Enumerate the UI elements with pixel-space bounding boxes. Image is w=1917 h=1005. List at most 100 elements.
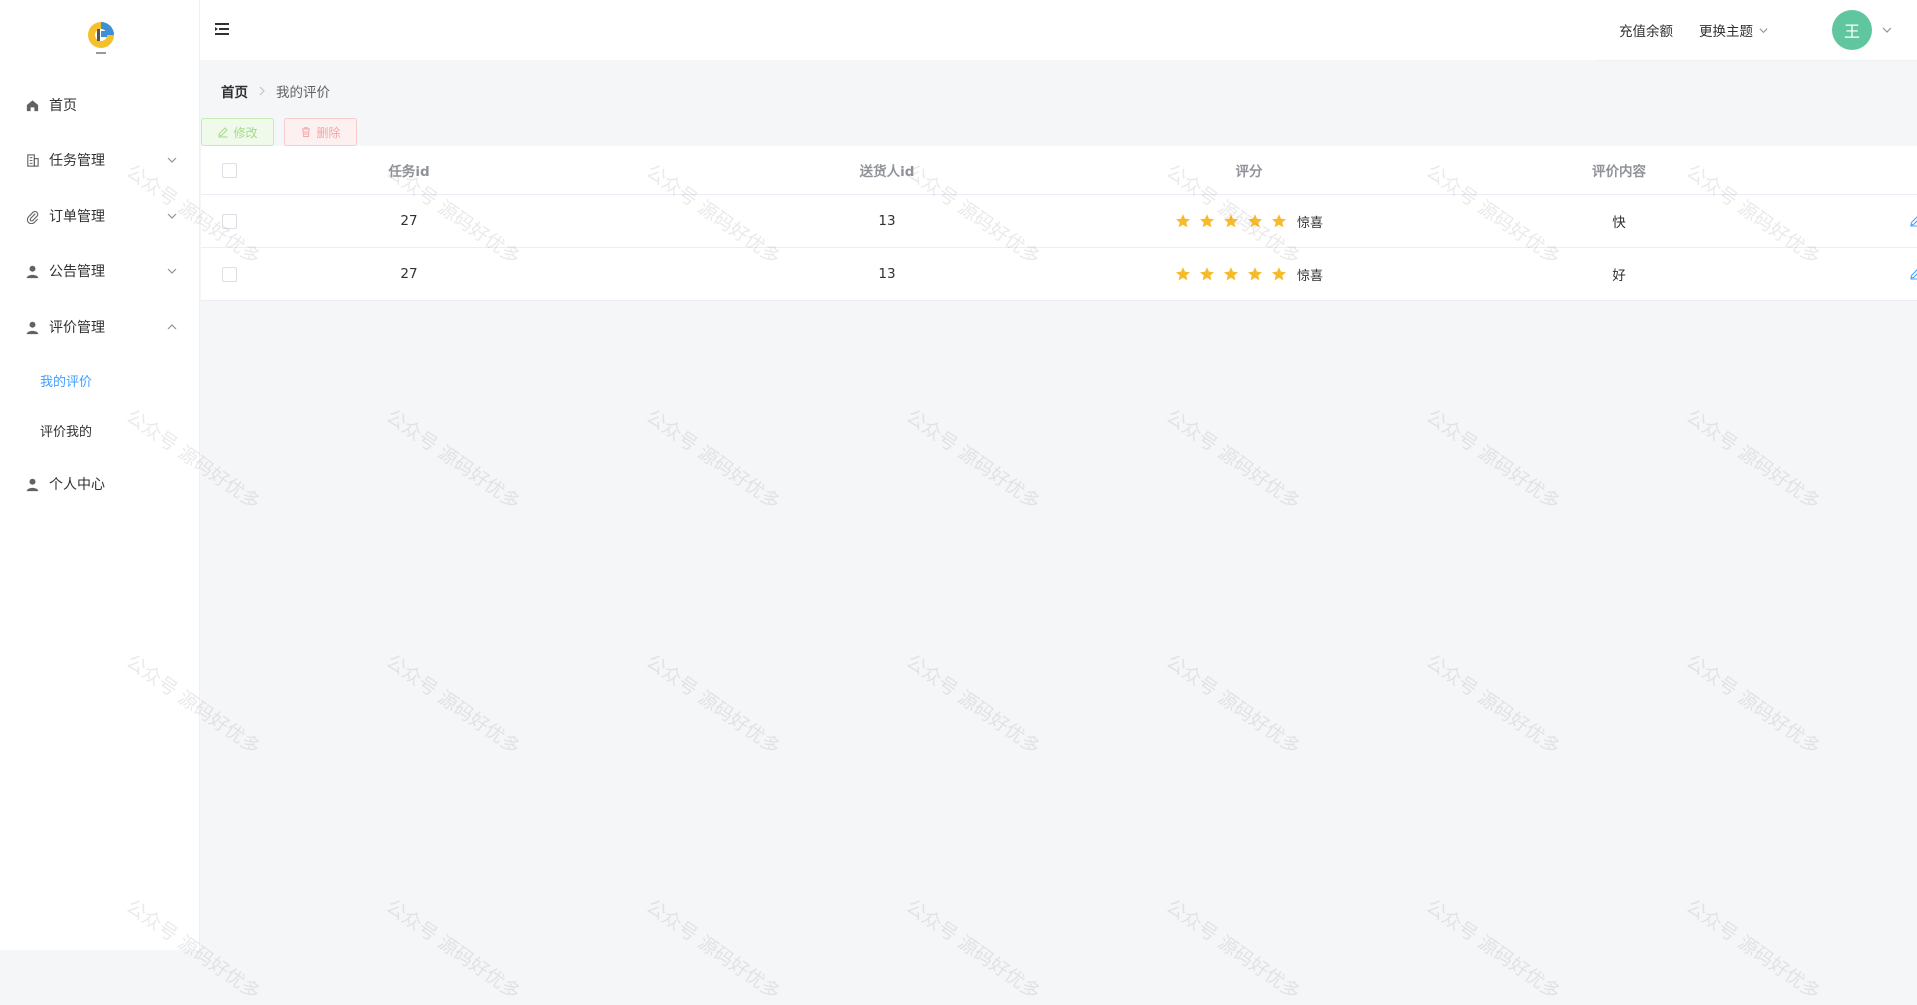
chevron-down-icon xyxy=(166,265,178,277)
sidebar: 首页 任务管理 订单管理 公告管理 评价管理 我的评价 评价我的 个人中心 xyxy=(0,0,200,950)
watermark-text: 公众号 源码好优多 xyxy=(642,895,785,1005)
theme-dropdown[interactable]: 更换主题 xyxy=(1699,20,1769,40)
submenu-item-my-reviews[interactable]: 我的评价 xyxy=(0,358,200,402)
submenu-item-reviews-of-me[interactable]: 评价我的 xyxy=(0,408,200,452)
watermark-text: 公众号 源码好优多 xyxy=(382,405,525,515)
select-all-checkbox[interactable] xyxy=(222,162,237,178)
task-id-cell: 27 xyxy=(400,213,418,229)
watermark-text: 公众号 源码好优多 xyxy=(382,895,525,1005)
column-header-task-id[interactable]: 任务id xyxy=(349,160,469,180)
watermark-text: 公众号 源码好优多 xyxy=(902,895,1045,1005)
sidebar-item-label: 首页 xyxy=(49,98,77,114)
watermark-text: 公众号 源码好优多 xyxy=(382,650,525,760)
column-header-rating[interactable]: 评分 xyxy=(1139,160,1359,180)
recharge-link[interactable]: 充值余额 xyxy=(1619,20,1673,40)
star-icon[interactable] xyxy=(1271,213,1287,229)
sidebar-item-personal-center[interactable]: 个人中心 xyxy=(0,461,200,507)
user-icon xyxy=(24,319,40,335)
sidebar-item-task-management[interactable]: 任务管理 xyxy=(0,137,200,183)
batch-edit-button[interactable]: 修改 xyxy=(201,118,274,146)
sender-id-cell: 13 xyxy=(878,266,896,282)
trash-icon xyxy=(302,127,311,137)
sender-id-cell: 13 xyxy=(878,213,896,229)
star-icon[interactable] xyxy=(1199,213,1215,229)
watermark-text: 公众号 源码好优多 xyxy=(1682,650,1825,760)
chevron-down-icon xyxy=(166,210,178,222)
chevron-right-icon xyxy=(257,86,267,96)
star-icon[interactable] xyxy=(1175,213,1191,229)
chevron-down-icon[interactable] xyxy=(1881,24,1893,36)
edit-icon xyxy=(218,127,229,138)
watermark-text: 公众号 源码好优多 xyxy=(642,650,785,760)
edit-icon xyxy=(1910,216,1917,227)
batch-delete-button[interactable]: 删除 xyxy=(284,118,357,146)
watermark-text: 公众号 源码好优多 xyxy=(1422,405,1565,515)
star-rating[interactable] xyxy=(1175,213,1295,229)
watermark-text: 公众号 源码好优多 xyxy=(1682,895,1825,1005)
rating-cell: 惊喜 xyxy=(1139,265,1359,284)
sidebar-item-order-management[interactable]: 订单管理 xyxy=(0,193,200,239)
sidebar-item-label: 公告管理 xyxy=(49,264,105,280)
home-icon xyxy=(24,97,40,113)
watermark-text: 公众号 源码好优多 xyxy=(1422,895,1565,1005)
chevron-down-icon xyxy=(166,154,178,166)
user-icon xyxy=(24,263,40,279)
table-row[interactable]: 27 13 惊喜 快 修改 删除 xyxy=(201,195,1917,248)
reviews-table: 任务id 送货人id 评分 评价内容 操作 27 13 惊喜 快 修改 删除 2… xyxy=(201,146,1917,301)
chevron-down-icon xyxy=(1758,25,1769,36)
star-icon[interactable] xyxy=(1247,266,1263,282)
content-cell: 好 xyxy=(1612,268,1626,284)
table-header-row: 任务id 送货人id 评分 评价内容 操作 xyxy=(201,146,1917,195)
content-cell: 快 xyxy=(1612,215,1626,231)
watermark-text: 公众号 源码好优多 xyxy=(642,405,785,515)
batch-edit-label: 修改 xyxy=(233,125,258,140)
table-row[interactable]: 27 13 惊喜 好 修改 删除 xyxy=(201,248,1917,301)
app-logo-icon[interactable] xyxy=(86,20,116,54)
watermark-text: 公众号 源码好优多 xyxy=(1162,405,1305,515)
breadcrumb: 首页 我的评价 xyxy=(221,81,330,101)
star-icon[interactable] xyxy=(1271,266,1287,282)
breadcrumb-home[interactable]: 首页 xyxy=(221,81,248,101)
star-icon[interactable] xyxy=(1199,266,1215,282)
row-edit-button[interactable]: 修改 xyxy=(1909,265,1917,284)
actions-cell: 修改 删除 xyxy=(1856,265,1917,284)
theme-label: 更换主题 xyxy=(1699,24,1753,40)
star-icon[interactable] xyxy=(1175,266,1191,282)
row-checkbox[interactable] xyxy=(222,213,237,229)
row-checkbox[interactable] xyxy=(222,266,237,282)
edit-icon xyxy=(1910,269,1917,280)
top-header: 充值余额 更换主题 王 xyxy=(200,0,1917,61)
sidebar-item-home[interactable]: 首页 xyxy=(0,82,200,128)
menu-toggle-icon[interactable] xyxy=(213,20,231,38)
column-header-content[interactable]: 评价内容 xyxy=(1519,160,1719,180)
sidebar-item-review-management[interactable]: 评价管理 xyxy=(0,304,200,350)
watermark-text: 公众号 源码好优多 xyxy=(902,650,1045,760)
header-right: 充值余额 更换主题 王 xyxy=(1597,0,1917,61)
watermark-text: 公众号 源码好优多 xyxy=(902,405,1045,515)
user-icon xyxy=(24,476,40,492)
actions-cell: 修改 删除 xyxy=(1856,212,1917,231)
watermark-text: 公众号 源码好优多 xyxy=(1162,895,1305,1005)
breadcrumb-current: 我的评价 xyxy=(276,85,330,101)
task-id-cell: 27 xyxy=(400,266,418,282)
avatar[interactable]: 王 xyxy=(1832,10,1872,50)
column-header-sender-id[interactable]: 送货人id xyxy=(807,160,967,180)
watermark-text: 公众号 源码好优多 xyxy=(1162,650,1305,760)
chevron-up-icon xyxy=(166,321,178,333)
watermark-text: 公众号 源码好优多 xyxy=(1682,405,1825,515)
star-icon[interactable] xyxy=(1247,213,1263,229)
rating-text: 惊喜 xyxy=(1296,268,1323,284)
sidebar-item-announcement-management[interactable]: 公告管理 xyxy=(0,248,200,294)
paperclip-icon xyxy=(24,208,40,224)
watermark-text: 公众号 源码好优多 xyxy=(1422,650,1565,760)
rating-text: 惊喜 xyxy=(1296,215,1323,231)
rating-cell: 惊喜 xyxy=(1139,212,1359,231)
sidebar-item-label: 订单管理 xyxy=(49,209,105,225)
star-icon[interactable] xyxy=(1223,266,1239,282)
star-icon[interactable] xyxy=(1223,213,1239,229)
sidebar-item-label: 评价管理 xyxy=(49,320,105,336)
building-icon xyxy=(24,152,40,168)
star-rating[interactable] xyxy=(1175,266,1295,282)
row-edit-button[interactable]: 修改 xyxy=(1909,212,1917,231)
column-header-actions: 操作 xyxy=(1856,160,1917,180)
